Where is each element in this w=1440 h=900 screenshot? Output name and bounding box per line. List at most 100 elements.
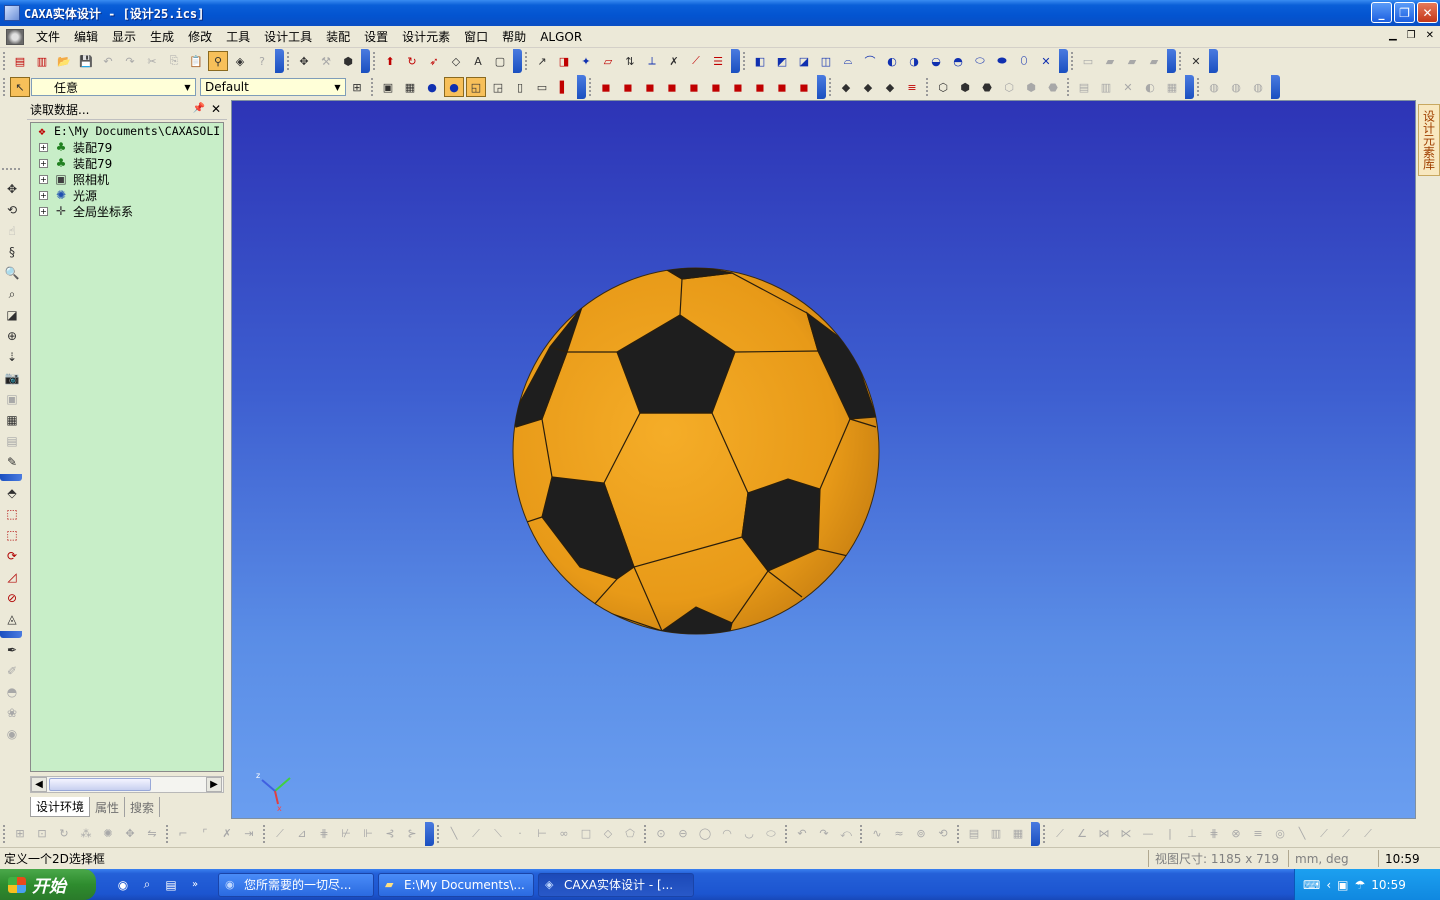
feature-9-icon[interactable]: ✕: [1118, 77, 1138, 97]
bucket-icon[interactable]: ◓: [1, 682, 23, 702]
menu-file[interactable]: 文件: [30, 28, 68, 45]
tangent-line-icon[interactable]: ⟍: [488, 824, 508, 844]
tree-horizontal-scrollbar[interactable]: ◀ ▶: [30, 776, 224, 793]
zoom-window-icon[interactable]: ⌕: [1, 284, 23, 304]
feature-2-icon[interactable]: ⬢: [955, 77, 975, 97]
toolbar-overflow-button[interactable]: [361, 49, 370, 73]
snapshot-icon[interactable]: ▣: [1, 389, 23, 409]
minimize-button[interactable]: _: [1371, 2, 1392, 23]
boolean-4-icon[interactable]: ◼: [662, 77, 682, 97]
pan-icon[interactable]: ✥: [1, 179, 23, 199]
edit-2-icon[interactable]: ◆: [858, 77, 878, 97]
arc-2-icon[interactable]: ◡: [739, 824, 759, 844]
menu-modify[interactable]: 修改: [182, 28, 220, 45]
feature-4-icon[interactable]: ⬡: [999, 77, 1019, 97]
loft-icon[interactable]: ◇: [446, 51, 466, 71]
tray-expand-icon[interactable]: ‹: [1326, 878, 1331, 892]
blend-icon[interactable]: ⟋: [686, 51, 706, 71]
record-icon[interactable]: ▤: [1, 431, 23, 451]
surface-tool-1-icon[interactable]: ◧: [750, 51, 770, 71]
polygon-icon[interactable]: ⬠: [620, 824, 640, 844]
constraint-dim-15-icon[interactable]: ⟋: [1358, 824, 1378, 844]
taskbar-item-caxa[interactable]: ◈ CAXA实体设计 - [...: [538, 872, 694, 897]
fit-icon[interactable]: ⊕: [1, 326, 23, 346]
menu-help[interactable]: 帮助: [496, 28, 534, 45]
toolbar-overflow-button[interactable]: [1031, 821, 1040, 846]
search-icon[interactable]: ⌕: [138, 876, 156, 894]
sheet-3-icon[interactable]: ▰: [1122, 51, 1142, 71]
panel-close-icon[interactable]: ✕: [211, 102, 221, 116]
texture-icon[interactable]: ❀: [1, 703, 23, 723]
bspline-icon[interactable]: ≈: [889, 824, 909, 844]
quick-launch-overflow-icon[interactable]: »: [186, 876, 204, 894]
slice-icon[interactable]: ◿: [1, 567, 23, 587]
surface-tool-11-icon[interactable]: ⬭: [970, 51, 990, 71]
menu-design-elements[interactable]: 设计元素: [396, 28, 458, 45]
walk-icon[interactable]: ⇣: [1, 347, 23, 367]
constraint-dim-8-icon[interactable]: ⋕: [1204, 824, 1224, 844]
section-icon[interactable]: ⬘: [1, 483, 23, 503]
triball-icon[interactable]: ✥: [294, 51, 314, 71]
surface-tool-2-icon[interactable]: ◩: [772, 51, 792, 71]
arc-center-icon[interactable]: ⤺: [836, 824, 856, 844]
sheet-4-icon[interactable]: ▰: [1144, 51, 1164, 71]
menu-assembly[interactable]: 装配: [320, 28, 358, 45]
axis-icon[interactable]: ⊢: [532, 824, 552, 844]
menu-algor[interactable]: ALGOR: [534, 30, 590, 44]
edit-4-icon[interactable]: ≡: [902, 77, 922, 97]
cylinder-view-icon[interactable]: ▯: [510, 77, 530, 97]
surface-tool-9-icon[interactable]: ◒: [926, 51, 946, 71]
soccer-ball-model[interactable]: [512, 267, 880, 635]
menu-design-tools[interactable]: 设计工具: [258, 28, 320, 45]
surface-tool-5-icon[interactable]: ⌓: [838, 51, 858, 71]
antivirus-icon[interactable]: ☂: [1354, 878, 1365, 892]
paint-icon[interactable]: ✐: [1, 661, 23, 681]
orbit-icon[interactable]: ⟲: [1, 200, 23, 220]
no-icon[interactable]: ⊘: [1, 588, 23, 608]
smart-snap-icon[interactable]: ⚲: [208, 51, 228, 71]
feature-14-icon[interactable]: ◍: [1248, 77, 1268, 97]
rectangle-icon[interactable]: □: [576, 824, 596, 844]
sketch-constraint-3-icon[interactable]: ⋕: [314, 824, 334, 844]
design-element-library-tab[interactable]: 设计元素库: [1418, 104, 1440, 176]
feature-1-icon[interactable]: ⬡: [933, 77, 953, 97]
tab-properties[interactable]: 属性: [90, 797, 126, 817]
sketch-constraint-2-icon[interactable]: ⊿: [292, 824, 312, 844]
constraint-dim-14-icon[interactable]: ⟋: [1336, 824, 1356, 844]
pin-icon[interactable]: 📌: [193, 103, 205, 114]
sheet-1-icon[interactable]: ▭: [1078, 51, 1098, 71]
toolbar-overflow-button[interactable]: [0, 474, 22, 481]
tab-search[interactable]: 搜索: [125, 797, 161, 817]
surface-tool-3-icon[interactable]: ◪: [794, 51, 814, 71]
restore-button[interactable]: ❐: [1394, 2, 1415, 23]
toolbar-overflow-button[interactable]: [1059, 49, 1068, 73]
trim-icon[interactable]: ✗: [664, 51, 684, 71]
toolbar-grip[interactable]: [2, 168, 20, 171]
constraint-dim-11-icon[interactable]: ◎: [1270, 824, 1290, 844]
trim-box-icon[interactable]: ⬚: [1, 525, 23, 545]
start-button[interactable]: 开始: [0, 869, 96, 900]
taskbar-item-explorer[interactable]: ▰ E:\My Documents\...: [378, 872, 534, 897]
3d-viewport[interactable]: z x: [231, 100, 1416, 819]
constraint-dim-6-icon[interactable]: |: [1160, 824, 1180, 844]
boolean-9-icon[interactable]: ◼: [772, 77, 792, 97]
point-icon[interactable]: ✦: [576, 51, 596, 71]
constraint-dim-4-icon[interactable]: ⋉: [1116, 824, 1136, 844]
eyedropper-icon[interactable]: ✒: [1, 640, 23, 660]
perspective-icon[interactable]: ◱: [466, 77, 486, 97]
taskbar-item-ie[interactable]: ◉ 您所需要的一切尽...: [218, 872, 374, 897]
circle-center-icon[interactable]: ⊙: [651, 824, 671, 844]
expand-icon[interactable]: +: [39, 174, 48, 184]
arc-3pt-icon[interactable]: ↷: [814, 824, 834, 844]
constraint-icon[interactable]: ⟂: [642, 51, 662, 71]
surface-tool-12-icon[interactable]: ⬬: [992, 51, 1012, 71]
toolbar-overflow-button[interactable]: [731, 49, 740, 73]
view-icon[interactable]: ◪: [1, 305, 23, 325]
feature-12-icon[interactable]: ◍: [1204, 77, 1224, 97]
constraint-dim-10-icon[interactable]: ≡: [1248, 824, 1268, 844]
constraint-dim-13-icon[interactable]: ⟋: [1314, 824, 1334, 844]
menu-generate[interactable]: 生成: [144, 28, 182, 45]
wireframe-box-icon[interactable]: ▣: [378, 77, 398, 97]
toolbar-overflow-button[interactable]: [817, 75, 826, 99]
feature-11-icon[interactable]: ▦: [1162, 77, 1182, 97]
